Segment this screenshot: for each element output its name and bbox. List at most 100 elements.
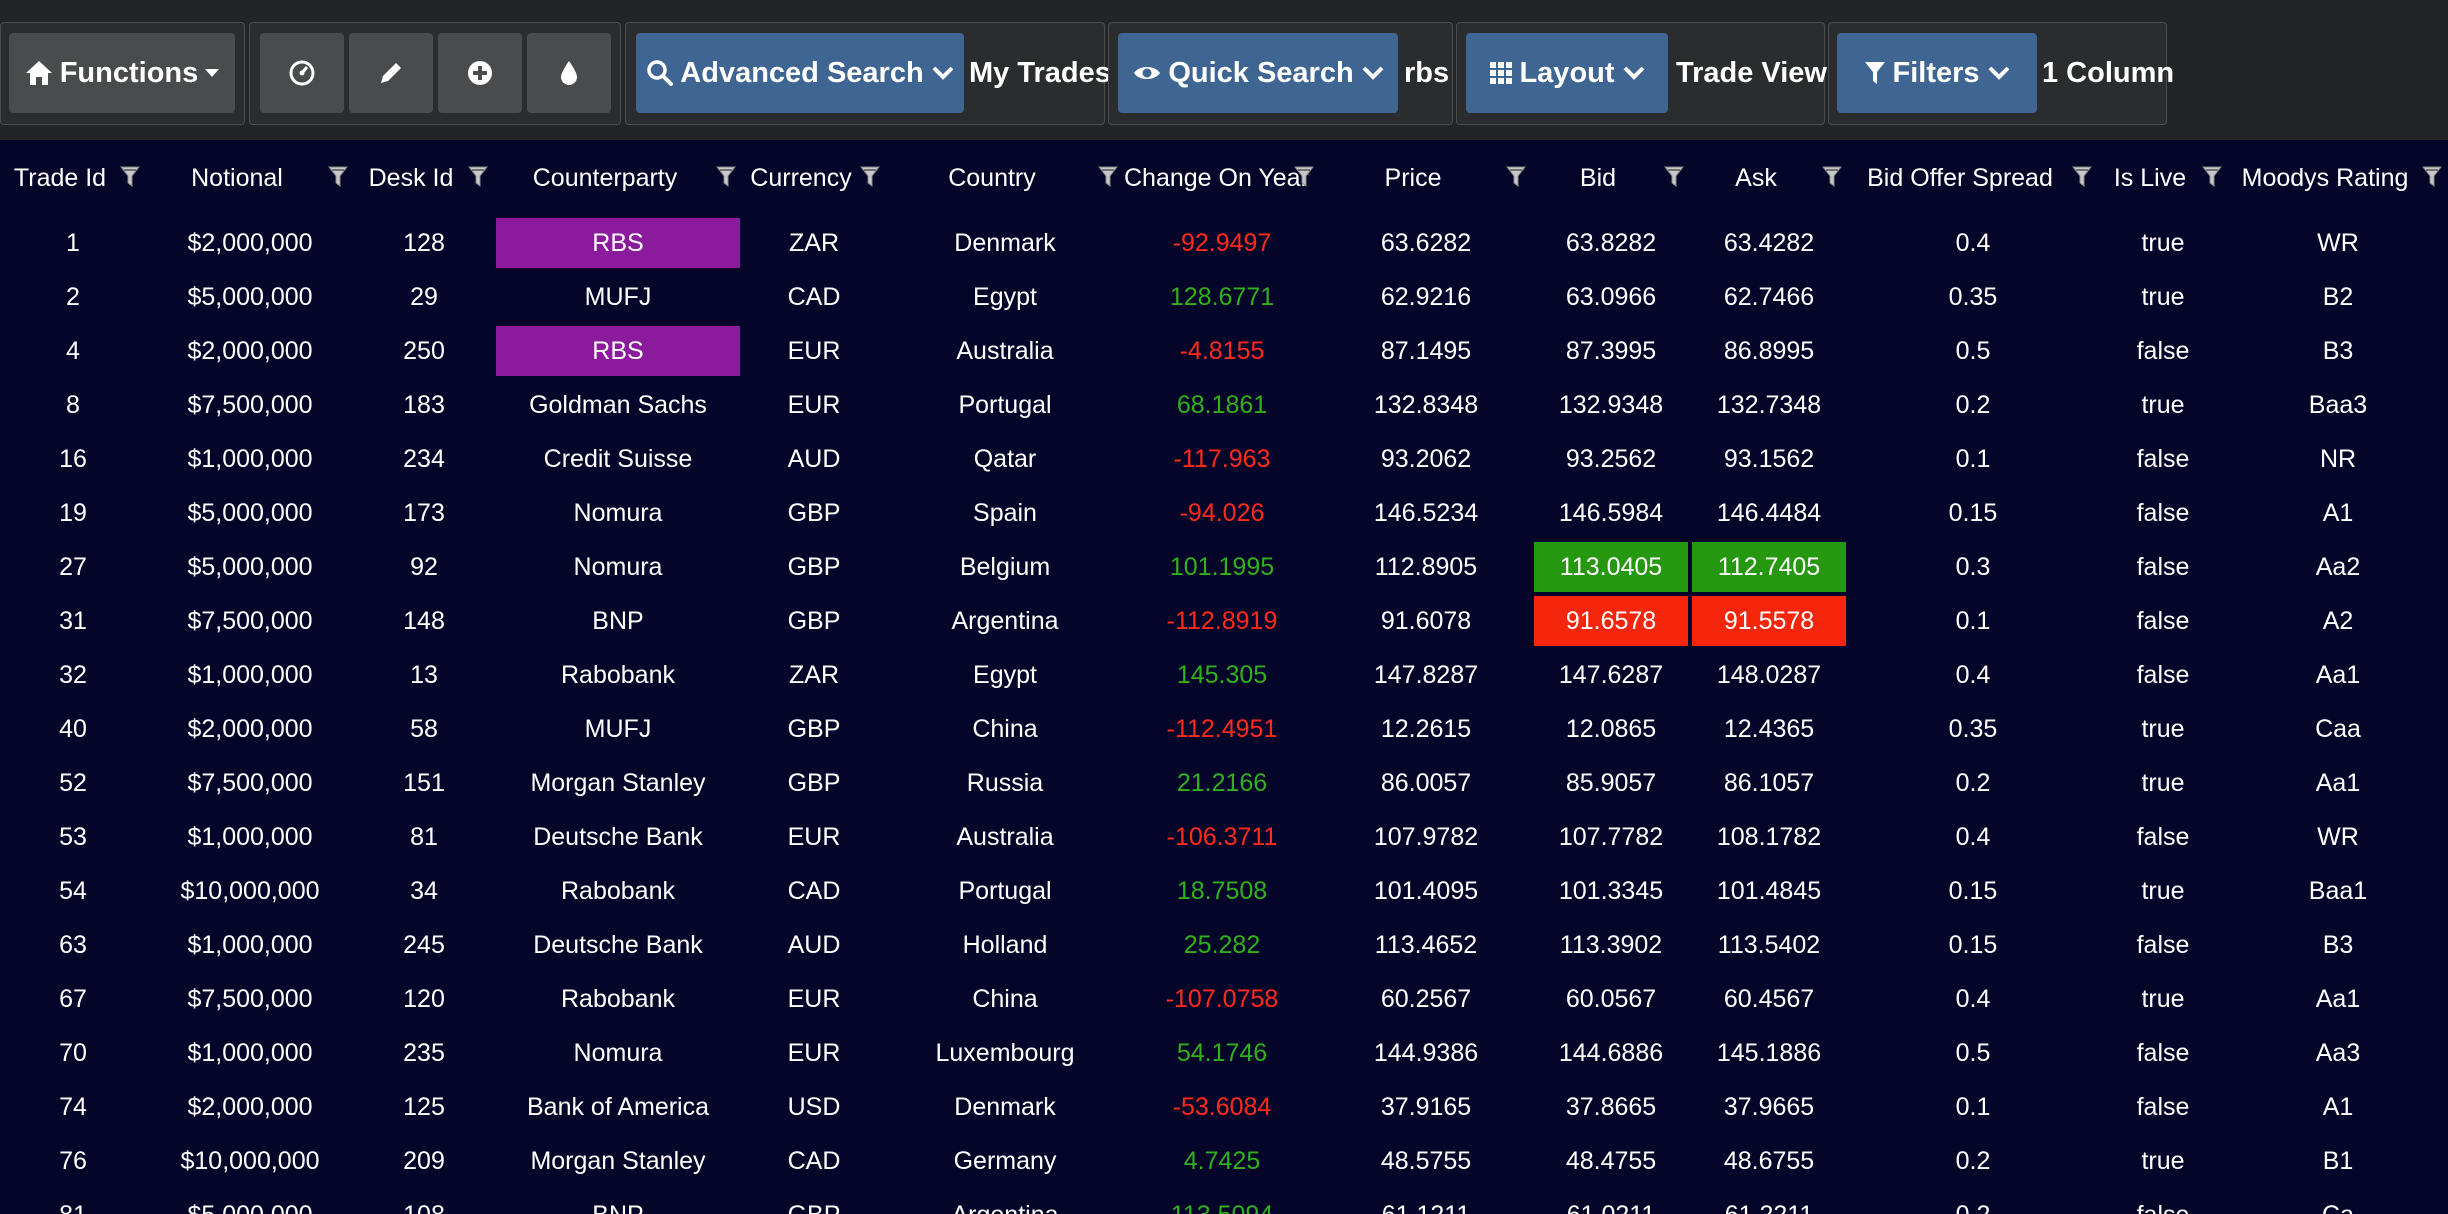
- cell-moodys-rating[interactable]: A1: [2228, 1080, 2448, 1134]
- cell-currency[interactable]: EUR: [742, 1026, 886, 1080]
- cell-is-live[interactable]: true: [2098, 270, 2228, 324]
- cell-price[interactable]: 61.1211: [1320, 1188, 1532, 1214]
- cell-ask[interactable]: 101.4845: [1690, 864, 1848, 918]
- cell-is-live[interactable]: false: [2098, 810, 2228, 864]
- cell-trade-id[interactable]: 4: [0, 324, 146, 378]
- table-row[interactable]: 27 $5,000,000 92 Nomura GBP Belgium 101.1995 11…: [0, 540, 2448, 594]
- table-row[interactable]: 8 $7,500,000 183 Goldman Sachs EUR Portugal 68…: [0, 378, 2448, 432]
- cell-bid-offer-spread[interactable]: 0.15: [1848, 864, 2098, 918]
- table-row[interactable]: 76 $10,000,000 209 Morgan Stanley CAD Germany…: [0, 1134, 2448, 1188]
- table-row[interactable]: 54 $10,000,000 34 Rabobank CAD Portugal 18.750…: [0, 864, 2448, 918]
- cell-ask[interactable]: 61.2211: [1690, 1188, 1848, 1214]
- cell-country[interactable]: Australia: [886, 324, 1124, 378]
- cell-moodys-rating[interactable]: NR: [2228, 432, 2448, 486]
- cell-country[interactable]: Holland: [886, 918, 1124, 972]
- cell-ask[interactable]: 12.4365: [1690, 702, 1848, 756]
- cell-counterparty[interactable]: MUFJ: [494, 702, 742, 756]
- cell-notional[interactable]: $7,500,000: [146, 756, 354, 810]
- cell-notional[interactable]: $1,000,000: [146, 1026, 354, 1080]
- cell-currency[interactable]: EUR: [742, 972, 886, 1026]
- column-header-desk-id[interactable]: Desk Id: [354, 140, 494, 216]
- column-filter-icon[interactable]: [1663, 166, 1685, 195]
- cell-moodys-rating[interactable]: Aa1: [2228, 972, 2448, 1026]
- add-button[interactable]: [438, 33, 522, 113]
- cell-is-live[interactable]: true: [2098, 216, 2228, 270]
- cell-trade-id[interactable]: 63: [0, 918, 146, 972]
- cell-change-on-year[interactable]: 68.1861: [1124, 378, 1320, 432]
- cell-country[interactable]: Argentina: [886, 594, 1124, 648]
- cell-change-on-year[interactable]: -94.026: [1124, 486, 1320, 540]
- column-header-trade-id[interactable]: Trade Id: [0, 140, 146, 216]
- table-row[interactable]: 32 $1,000,000 13 Rabobank ZAR Egypt 145.305 147…: [0, 648, 2448, 702]
- cell-bid-offer-spread[interactable]: 0.1: [1848, 1080, 2098, 1134]
- cell-is-live[interactable]: false: [2098, 432, 2228, 486]
- quick-search-button[interactable]: Quick Search: [1118, 33, 1398, 113]
- cell-trade-id[interactable]: 1: [0, 216, 146, 270]
- cell-counterparty[interactable]: BNP: [494, 594, 742, 648]
- cell-price[interactable]: 37.9165: [1320, 1080, 1532, 1134]
- column-filter-icon[interactable]: [2201, 166, 2223, 195]
- column-header-counterparty[interactable]: Counterparty: [494, 140, 742, 216]
- cell-change-on-year[interactable]: -112.8919: [1124, 594, 1320, 648]
- cell-currency[interactable]: EUR: [742, 378, 886, 432]
- cell-notional[interactable]: $7,500,000: [146, 378, 354, 432]
- cell-moodys-rating[interactable]: Aa2: [2228, 540, 2448, 594]
- cell-bid[interactable]: 48.4755: [1532, 1134, 1690, 1188]
- column-filter-icon[interactable]: [1821, 166, 1843, 195]
- cell-ask[interactable]: 91.5578: [1690, 594, 1848, 648]
- cell-bid[interactable]: 101.3345: [1532, 864, 1690, 918]
- cell-moodys-rating[interactable]: Baa1: [2228, 864, 2448, 918]
- cell-price[interactable]: 93.2062: [1320, 432, 1532, 486]
- cell-change-on-year[interactable]: -92.9497: [1124, 216, 1320, 270]
- cell-price[interactable]: 101.4095: [1320, 864, 1532, 918]
- column-header-currency[interactable]: Currency: [742, 140, 886, 216]
- cell-change-on-year[interactable]: 101.1995: [1124, 540, 1320, 594]
- cell-trade-id[interactable]: 70: [0, 1026, 146, 1080]
- cell-price[interactable]: 91.6078: [1320, 594, 1532, 648]
- cell-price[interactable]: 87.1495: [1320, 324, 1532, 378]
- cell-desk-id[interactable]: 108: [354, 1188, 494, 1214]
- cell-currency[interactable]: AUD: [742, 918, 886, 972]
- cell-price[interactable]: 107.9782: [1320, 810, 1532, 864]
- cell-country[interactable]: Luxembourg: [886, 1026, 1124, 1080]
- table-row[interactable]: 1 $2,000,000 128 RBS ZAR Denmark -92.9497 63.62…: [0, 216, 2448, 270]
- cell-price[interactable]: 146.5234: [1320, 486, 1532, 540]
- cell-moodys-rating[interactable]: B3: [2228, 918, 2448, 972]
- advanced-search-button[interactable]: Advanced Search: [636, 33, 964, 113]
- column-filter-icon[interactable]: [2421, 166, 2443, 195]
- cell-bid-offer-spread[interactable]: 0.4: [1848, 216, 2098, 270]
- table-row[interactable]: 19 $5,000,000 173 Nomura GBP Spain -94.026 146.…: [0, 486, 2448, 540]
- cell-change-on-year[interactable]: -112.4951: [1124, 702, 1320, 756]
- cell-currency[interactable]: CAD: [742, 1134, 886, 1188]
- cell-desk-id[interactable]: 92: [354, 540, 494, 594]
- cell-trade-id[interactable]: 40: [0, 702, 146, 756]
- cell-notional[interactable]: $5,000,000: [146, 270, 354, 324]
- cell-bid-offer-spread[interactable]: 0.1: [1848, 432, 2098, 486]
- cell-currency[interactable]: GBP: [742, 540, 886, 594]
- cell-ask[interactable]: 112.7405: [1690, 540, 1848, 594]
- cell-desk-id[interactable]: 250: [354, 324, 494, 378]
- cell-desk-id[interactable]: 125: [354, 1080, 494, 1134]
- cell-bid[interactable]: 12.0865: [1532, 702, 1690, 756]
- cell-currency[interactable]: GBP: [742, 1188, 886, 1214]
- cell-trade-id[interactable]: 76: [0, 1134, 146, 1188]
- cell-bid-offer-spread[interactable]: 0.1: [1848, 594, 2098, 648]
- cell-is-live[interactable]: true: [2098, 702, 2228, 756]
- column-filter-icon[interactable]: [859, 166, 881, 195]
- cell-change-on-year[interactable]: -107.0758: [1124, 972, 1320, 1026]
- cell-is-live[interactable]: false: [2098, 1080, 2228, 1134]
- cell-currency[interactable]: EUR: [742, 324, 886, 378]
- cell-trade-id[interactable]: 27: [0, 540, 146, 594]
- column-filter-icon[interactable]: [327, 166, 349, 195]
- cell-bid[interactable]: 63.8282: [1532, 216, 1690, 270]
- cell-currency[interactable]: GBP: [742, 594, 886, 648]
- cell-bid-offer-spread[interactable]: 0.4: [1848, 972, 2098, 1026]
- table-row[interactable]: 53 $1,000,000 81 Deutsche Bank EUR Australia -…: [0, 810, 2448, 864]
- cell-desk-id[interactable]: 120: [354, 972, 494, 1026]
- cell-notional[interactable]: $5,000,000: [146, 1188, 354, 1214]
- cell-bid[interactable]: 63.0966: [1532, 270, 1690, 324]
- cell-counterparty[interactable]: Nomura: [494, 1026, 742, 1080]
- cell-counterparty[interactable]: Credit Suisse: [494, 432, 742, 486]
- cell-is-live[interactable]: false: [2098, 918, 2228, 972]
- cell-change-on-year[interactable]: 25.282: [1124, 918, 1320, 972]
